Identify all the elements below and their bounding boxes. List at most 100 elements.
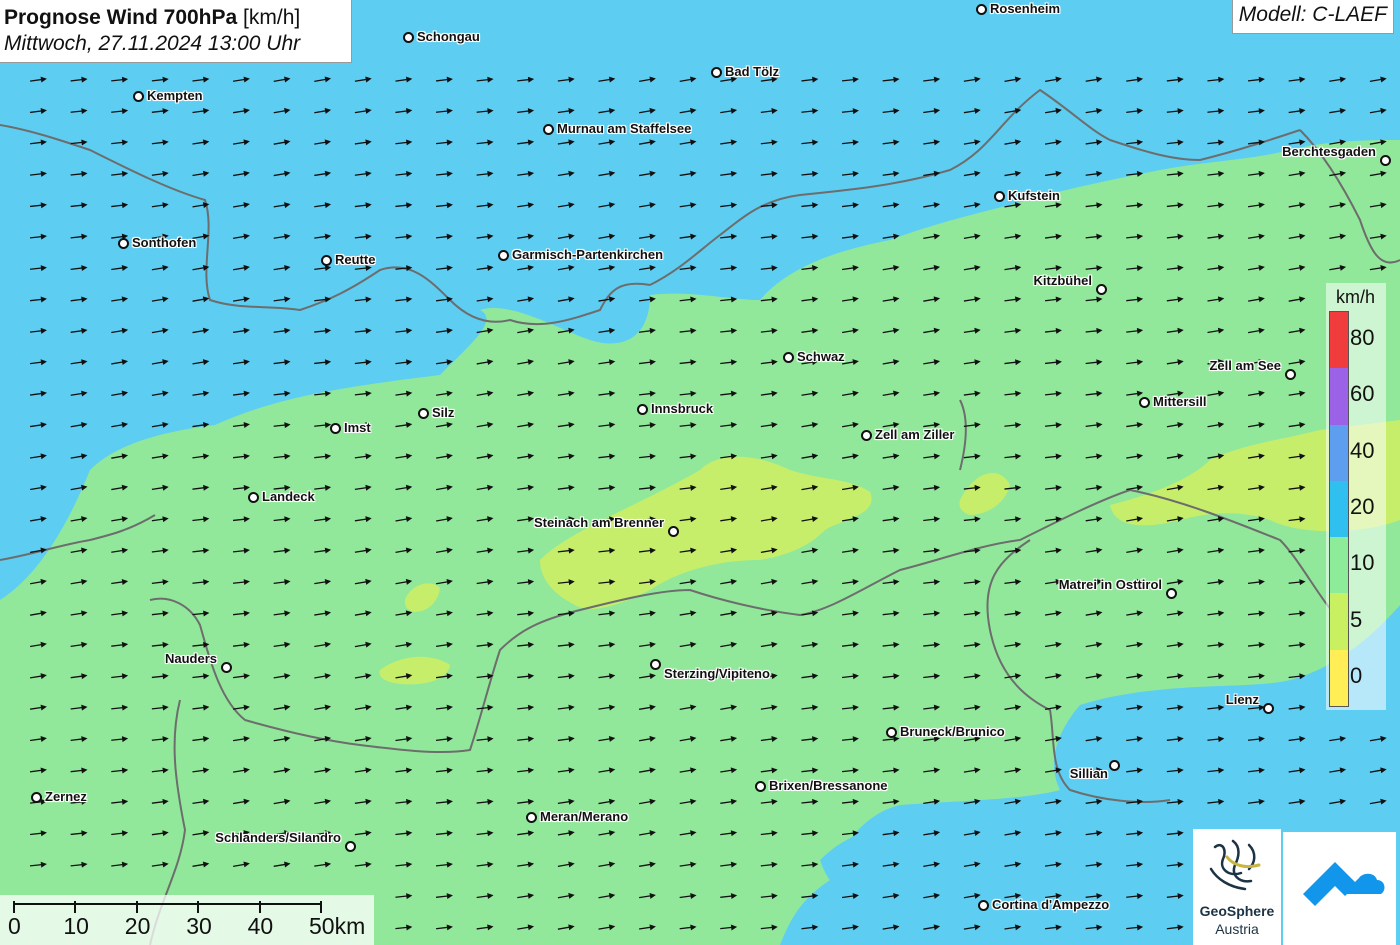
geosphere-logo-text: GeoSphere [1199, 903, 1275, 919]
city-marker[interactable] [329, 422, 341, 434]
city-label: Zell am See [1209, 358, 1281, 373]
city-label: Landeck [262, 489, 315, 504]
city-label: Reutte [335, 252, 376, 267]
city-marker[interactable] [1284, 368, 1296, 380]
city-label: Mittersill [1153, 394, 1207, 409]
scale-bar-tick [135, 901, 138, 913]
legend-unit: km/h [1336, 287, 1376, 307]
city-label: Cortina d'Ampezzo [992, 897, 1110, 912]
city-label: Sterzing/Vipiteno [664, 666, 770, 681]
legend-label: 10 [1350, 550, 1375, 576]
city-label: Sillian [1069, 766, 1108, 781]
city-label: Schongau [417, 29, 480, 44]
city-label: Bruneck/Brunico [900, 724, 1005, 739]
city-marker[interactable] [636, 403, 648, 415]
city-marker[interactable] [885, 726, 897, 738]
city-label: Schwaz [797, 349, 845, 364]
legend-label: 5 [1350, 606, 1363, 632]
legend-color-segment [1330, 480, 1348, 538]
scale-bar-tick [258, 901, 261, 913]
city-label: Kempten [147, 88, 203, 103]
city-marker[interactable] [132, 90, 144, 102]
city-label: Imst [344, 420, 371, 435]
scale-bar-label: 40 [247, 913, 274, 939]
city-label: Innsbruck [651, 401, 714, 416]
scale-bar-label: 0 [8, 913, 21, 939]
cloud-arrow-icon [1303, 862, 1385, 906]
city-marker[interactable] [542, 123, 554, 135]
city-marker[interactable] [247, 491, 259, 503]
geosphere-logo-subtext: Austria [1215, 921, 1259, 937]
city-label: Matrei in Osttirol [1058, 577, 1162, 592]
city-label: Silz [432, 405, 455, 420]
geosphere-logo[interactable]: GeoSphere Austria [1193, 829, 1281, 945]
scale-bar-line [14, 903, 321, 905]
city-marker[interactable] [1262, 702, 1274, 714]
legend-label: 0 [1350, 662, 1363, 688]
city-label: Garmisch-Partenkirchen [512, 247, 664, 262]
city-marker[interactable] [782, 351, 794, 363]
legend-color-segment [1330, 368, 1348, 426]
legend-label: 80 [1350, 325, 1375, 351]
city-marker[interactable] [754, 780, 766, 792]
legend-label: 20 [1350, 494, 1375, 519]
scale-bar-tick [197, 901, 200, 913]
city-label: Kitzbühel [1033, 273, 1093, 288]
city-label: Berchtesgaden [1282, 144, 1376, 159]
city-marker[interactable] [344, 840, 356, 852]
city-marker[interactable] [710, 66, 722, 78]
city-label: Lienz [1225, 692, 1259, 707]
map-subtitle: Mittwoch, 27.11.2024 13:00 Uhr [4, 32, 301, 55]
wind-speed-legend: km/h 80 60 40 20 10 5 0 [1326, 283, 1386, 710]
city-label: Nauders [164, 651, 217, 666]
city-marker[interactable] [649, 658, 661, 670]
city-marker[interactable] [1108, 759, 1120, 771]
scale-bar-tick [74, 901, 77, 913]
city-label: Sonthofen [132, 235, 197, 250]
wind-forecast-map-app: Prognose Wind 700hPa [km/h] Mittwoch, 27… [0, 0, 1400, 945]
legend-color-segment [1330, 424, 1348, 482]
city-marker[interactable] [30, 791, 42, 803]
legend-color-segment [1330, 537, 1348, 594]
wind-map[interactable] [0, 0, 1400, 945]
legend-label: 60 [1350, 381, 1375, 407]
map-title-unit: [km/h] [243, 6, 301, 29]
city-marker[interactable] [417, 407, 429, 419]
scale-bar-label: 10 [63, 913, 89, 939]
city-marker[interactable] [975, 3, 987, 15]
city-marker[interactable] [667, 525, 679, 537]
scale-bar-label: 50km [309, 913, 366, 939]
scale-bar: 0 10 20 30 40 50km [0, 895, 374, 945]
city-marker[interactable] [320, 254, 332, 266]
map-title: Prognose Wind 700hPa [km/h] [4, 6, 301, 29]
model-label: Modell: C-LAEF [1231, 0, 1394, 34]
city-marker[interactable] [1138, 396, 1150, 408]
city-label: Zernez [45, 789, 87, 804]
scale-bar-tick [320, 901, 322, 913]
legend-colorbar [1329, 311, 1349, 707]
city-marker[interactable] [1165, 587, 1177, 599]
legend-color-segment [1330, 649, 1348, 707]
scale-bar-label: 20 [124, 913, 151, 939]
legend-color-segment [1330, 593, 1348, 651]
city-marker[interactable] [220, 661, 232, 673]
map-title-box: Prognose Wind 700hPa [km/h] Mittwoch, 27… [0, 0, 352, 63]
city-marker[interactable] [993, 190, 1005, 202]
geosphere-logo-icon [1209, 839, 1261, 891]
city-label: Rosenheim [990, 1, 1061, 16]
city-label: Bad Tölz [725, 64, 780, 79]
city-marker[interactable] [1095, 283, 1107, 295]
city-label: Meran/Merano [540, 809, 629, 824]
city-marker[interactable] [497, 249, 509, 261]
city-marker[interactable] [977, 899, 989, 911]
city-marker[interactable] [402, 31, 414, 43]
city-marker[interactable] [1379, 154, 1391, 166]
city-label: Murnau am Staffelsee [557, 121, 692, 136]
city-marker[interactable] [117, 237, 129, 249]
cloud-app-logo[interactable] [1283, 832, 1396, 945]
city-marker[interactable] [860, 429, 872, 441]
city-marker[interactable] [525, 811, 537, 823]
scale-bar-tick [13, 901, 15, 913]
city-label: Zell am Ziller [875, 427, 955, 442]
scale-bar-label: 30 [186, 913, 212, 939]
